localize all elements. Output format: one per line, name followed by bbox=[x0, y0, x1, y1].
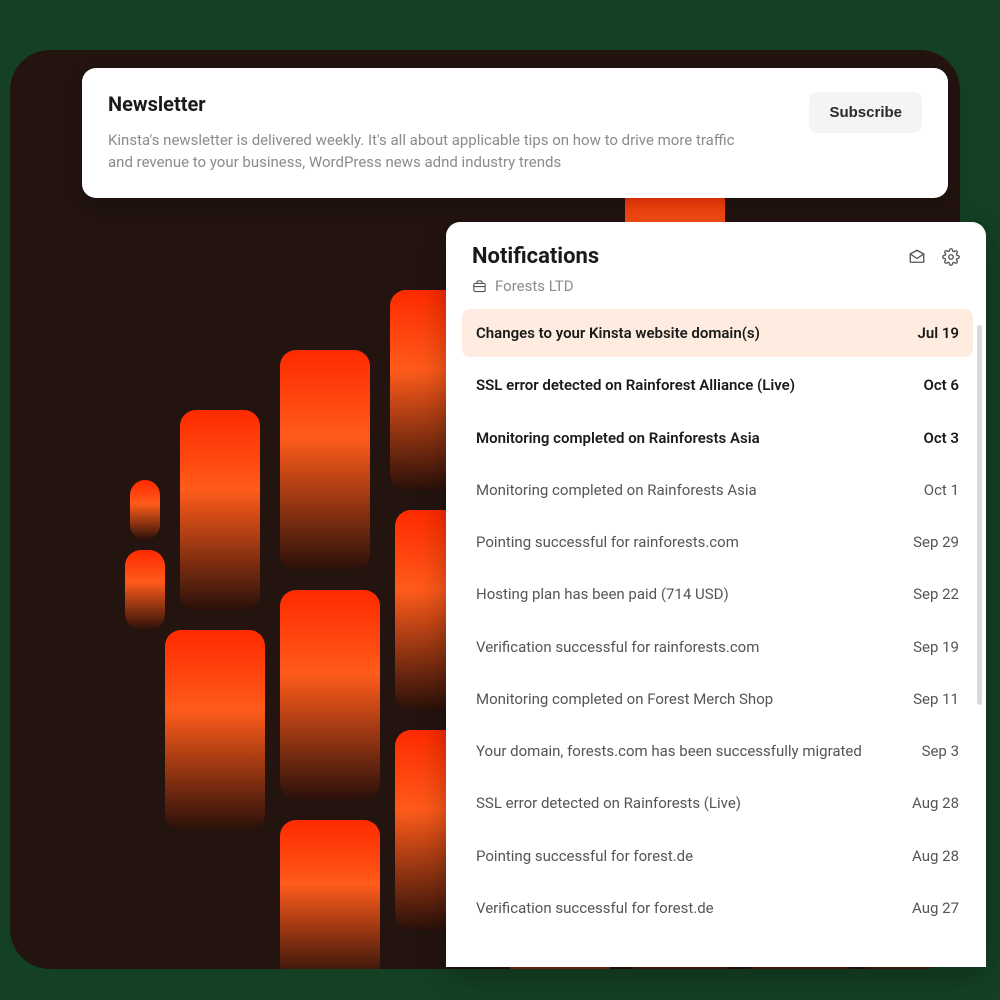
notification-subject: Verification successful for forest.de bbox=[476, 898, 900, 918]
notification-item[interactable]: Verification successful for rainforests.… bbox=[462, 623, 973, 671]
notification-date: Oct 1 bbox=[924, 481, 959, 499]
notification-item[interactable]: Pointing successful for forest.de Aug 28 bbox=[462, 832, 973, 880]
notification-subject: Pointing successful for forest.de bbox=[476, 846, 900, 866]
newsletter-card: Newsletter Kinsta's newsletter is delive… bbox=[82, 68, 948, 198]
notification-subject: SSL error detected on Rainforests (Live) bbox=[476, 793, 900, 813]
notification-subject: SSL error detected on Rainforest Allianc… bbox=[476, 375, 911, 395]
mail-icon[interactable] bbox=[908, 248, 926, 266]
notification-subject: Changes to your Kinsta website domain(s) bbox=[476, 323, 906, 343]
notification-date: Aug 28 bbox=[912, 794, 959, 812]
subscribe-button[interactable]: Subscribe bbox=[809, 92, 922, 133]
newsletter-description: Kinsta's newsletter is delivered weekly.… bbox=[108, 130, 758, 174]
notification-subject: Your domain, forests.com has been succes… bbox=[476, 741, 910, 761]
notification-item[interactable]: SSL error detected on Rainforest Allianc… bbox=[462, 361, 973, 409]
notification-item[interactable]: Monitoring completed on Rainforests Asia… bbox=[462, 466, 973, 514]
notification-date: Sep 29 bbox=[913, 533, 959, 551]
notification-subject: Monitoring completed on Rainforests Asia bbox=[476, 480, 912, 500]
gear-icon[interactable] bbox=[942, 248, 960, 266]
notifications-panel: Notifications bbox=[446, 222, 986, 967]
notifications-list[interactable]: Changes to your Kinsta website domain(s)… bbox=[462, 309, 983, 967]
notification-date: Aug 27 bbox=[912, 899, 959, 917]
company-name: Forests LTD bbox=[495, 277, 574, 295]
briefcase-icon bbox=[472, 279, 487, 294]
newsletter-title: Newsletter bbox=[108, 92, 793, 116]
scrollbar[interactable] bbox=[977, 325, 982, 705]
notifications-title: Notifications bbox=[472, 244, 908, 269]
notification-item[interactable]: Changes to your Kinsta website domain(s)… bbox=[462, 309, 973, 357]
notification-item[interactable]: Monitoring completed on Rainforests Asia… bbox=[462, 414, 973, 462]
notification-date: Oct 6 bbox=[923, 376, 959, 394]
notification-item[interactable]: Hosting plan has been paid (714 USD) Sep … bbox=[462, 570, 973, 618]
notification-item[interactable]: SSL error detected on Rainforests (Live)… bbox=[462, 779, 973, 827]
notification-date: Oct 3 bbox=[923, 429, 959, 447]
notification-subject: Pointing successful for rainforests.com bbox=[476, 532, 901, 552]
notification-subject: Monitoring completed on Forest Merch Sho… bbox=[476, 689, 901, 709]
notification-date: Sep 3 bbox=[922, 742, 959, 760]
notification-item[interactable]: Monitoring completed on Forest Merch Sho… bbox=[462, 675, 973, 723]
notification-date: Aug 28 bbox=[912, 847, 959, 865]
notification-item[interactable]: Pointing successful for rainforests.com S… bbox=[462, 518, 973, 566]
notification-subject: Verification successful for rainforests.… bbox=[476, 637, 901, 657]
notification-date: Sep 11 bbox=[913, 690, 959, 708]
notification-date: Sep 19 bbox=[913, 638, 959, 656]
notification-subject: Hosting plan has been paid (714 USD) bbox=[476, 584, 901, 604]
notification-item[interactable]: Verification successful for forest.de Aug… bbox=[462, 884, 973, 932]
notification-date: Sep 22 bbox=[913, 585, 959, 603]
notification-item[interactable]: Your domain, forests.com has been succes… bbox=[462, 727, 973, 775]
notification-subject: Monitoring completed on Rainforests Asia bbox=[476, 428, 911, 448]
notification-date: Jul 19 bbox=[918, 324, 960, 342]
